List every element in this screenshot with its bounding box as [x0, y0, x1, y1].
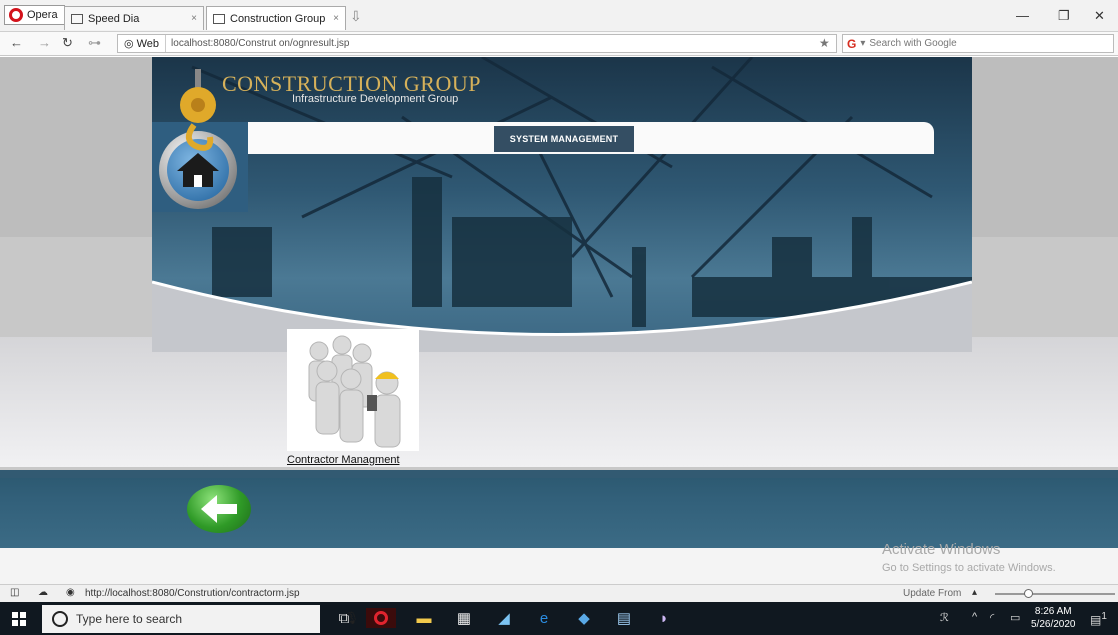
notification-count: 1: [1101, 611, 1107, 622]
site-logo-subtitle: Infrastructure Development Group: [292, 93, 459, 105]
construction-skyline-image: [152, 57, 972, 352]
app-icon[interactable]: ◢: [494, 608, 514, 628]
taskbar-search-placeholder: Type here to search: [76, 612, 183, 626]
network-icon[interactable]: ◜: [990, 611, 994, 624]
update-from[interactable]: Update From: [903, 588, 961, 599]
tab-label: Speed Dia: [88, 12, 140, 25]
task-view-icon[interactable]: ⧉: [334, 608, 354, 628]
cube-app-icon[interactable]: ◆: [574, 608, 594, 628]
contractor-management-image[interactable]: [287, 329, 419, 451]
back-arrow-icon: [201, 495, 237, 523]
main-nav-bar: SYSTEM MANAGEMENT: [248, 122, 934, 154]
zoom-slider-knob[interactable]: [1024, 589, 1033, 598]
url-field[interactable]: ◎ Web localhost:8080/Construt on/ognresu…: [117, 34, 837, 53]
file-explorer-icon[interactable]: ▬: [414, 608, 434, 628]
zoom-slider[interactable]: [995, 593, 1115, 595]
speed-dial-icon: [71, 13, 83, 24]
tab-close-icon[interactable]: ×: [333, 13, 339, 24]
notes-app-icon[interactable]: ▤: [614, 608, 634, 628]
dolphin-app-icon[interactable]: ◗: [654, 608, 674, 628]
people-icon[interactable]: ℛ: [940, 611, 949, 624]
tray-chevron-icon[interactable]: ^: [972, 611, 977, 623]
taskbar-search-field[interactable]: Type here to search 🎙: [42, 605, 359, 633]
new-tab-icon[interactable]: ⇩: [350, 8, 362, 25]
minimize-icon[interactable]: —: [1016, 8, 1029, 23]
windows-taskbar: Type here to search 🎙 ⧉ ▬ ▦ ◢ e ◆ ▤ ◗ ℛ …: [0, 602, 1118, 635]
bookmark-star-icon[interactable]: ★: [819, 36, 830, 50]
windows-start-icon[interactable]: [12, 612, 26, 626]
footer-band: [0, 470, 1118, 548]
activate-title: Activate Windows: [882, 541, 1001, 558]
clock-time: 8:26 AM: [1034, 606, 1072, 617]
speed-icon[interactable]: ◉: [66, 587, 75, 598]
notification-icon[interactable]: ▤1: [1090, 611, 1107, 627]
address-bar-row: ← → ↻ ⊶ ◎ Web localhost:8080/Construt on…: [0, 32, 1118, 56]
close-window-icon[interactable]: ✕: [1094, 8, 1105, 24]
cortana-icon: [52, 611, 68, 627]
cloud-icon[interactable]: ☁: [38, 587, 48, 598]
activate-subtitle: Go to Settings to activate Windows.: [882, 562, 1056, 574]
zoom-out-icon[interactable]: ▴: [972, 587, 977, 598]
search-placeholder: Search with Google: [869, 38, 957, 49]
content-band: [0, 337, 1118, 467]
status-url: http://localhost:8080/Constrution/contra…: [85, 588, 300, 599]
taskbar-clock[interactable]: 8:26 AM 5/26/2020: [1031, 605, 1076, 631]
forward-arrow-icon[interactable]: →: [38, 35, 51, 50]
crane-hook-icon: [180, 69, 216, 151]
page-viewport: CONSTRUCTION GROUP Infrastructure Develo…: [0, 57, 1118, 584]
reload-icon[interactable]: ↻: [62, 35, 73, 51]
search-dropdown-icon[interactable]: ▾: [860, 38, 865, 49]
globe-icon: ◎: [124, 38, 134, 50]
key-icon[interactable]: ⊶: [88, 35, 101, 51]
web-badge[interactable]: ◎ Web: [118, 35, 167, 52]
opera-icon: [9, 8, 23, 22]
search-field[interactable]: G ▾ Search with Google: [842, 34, 1114, 53]
back-arrow-icon[interactable]: ←: [10, 35, 23, 50]
panel-toggle-icon[interactable]: ◫: [10, 587, 19, 598]
page-icon: [213, 13, 225, 24]
web-label: Web: [136, 37, 160, 50]
contractor-management-link[interactable]: Contractor Managment: [287, 454, 400, 466]
tab-close-icon[interactable]: ×: [191, 13, 197, 24]
opera-menu-button[interactable]: Opera: [4, 5, 65, 25]
tab-label: Construction Group: [230, 12, 326, 25]
back-button[interactable]: [187, 485, 251, 533]
battery-icon[interactable]: ▭: [1010, 611, 1020, 624]
site-header: CONSTRUCTION GROUP Infrastructure Develo…: [152, 57, 972, 352]
store-icon[interactable]: ▦: [454, 608, 474, 628]
browser-tab-bar: Opera Speed Dia × Construction Group × ⇩…: [0, 0, 1118, 32]
nav-system-management[interactable]: SYSTEM MANAGEMENT: [494, 126, 634, 152]
opera-label: Opera: [27, 9, 58, 21]
restore-icon[interactable]: ❐: [1058, 8, 1070, 24]
browser-status-bar: ◫ ☁ ◉ http://localhost:8080/Constrution/…: [0, 584, 1118, 602]
clock-date: 5/26/2020: [1031, 619, 1076, 630]
tab-speed-dial[interactable]: Speed Dia ×: [64, 6, 204, 30]
edge-icon[interactable]: e: [534, 608, 554, 628]
google-icon: G: [847, 36, 857, 51]
tab-construction-group[interactable]: Construction Group ×: [206, 6, 346, 30]
url-text[interactable]: localhost:8080/Construt on/ognresult.jsp: [166, 38, 349, 49]
activate-windows-watermark: Activate Windows Go to Settings to activ…: [882, 541, 1056, 574]
opera-taskbar-icon[interactable]: [366, 608, 396, 628]
